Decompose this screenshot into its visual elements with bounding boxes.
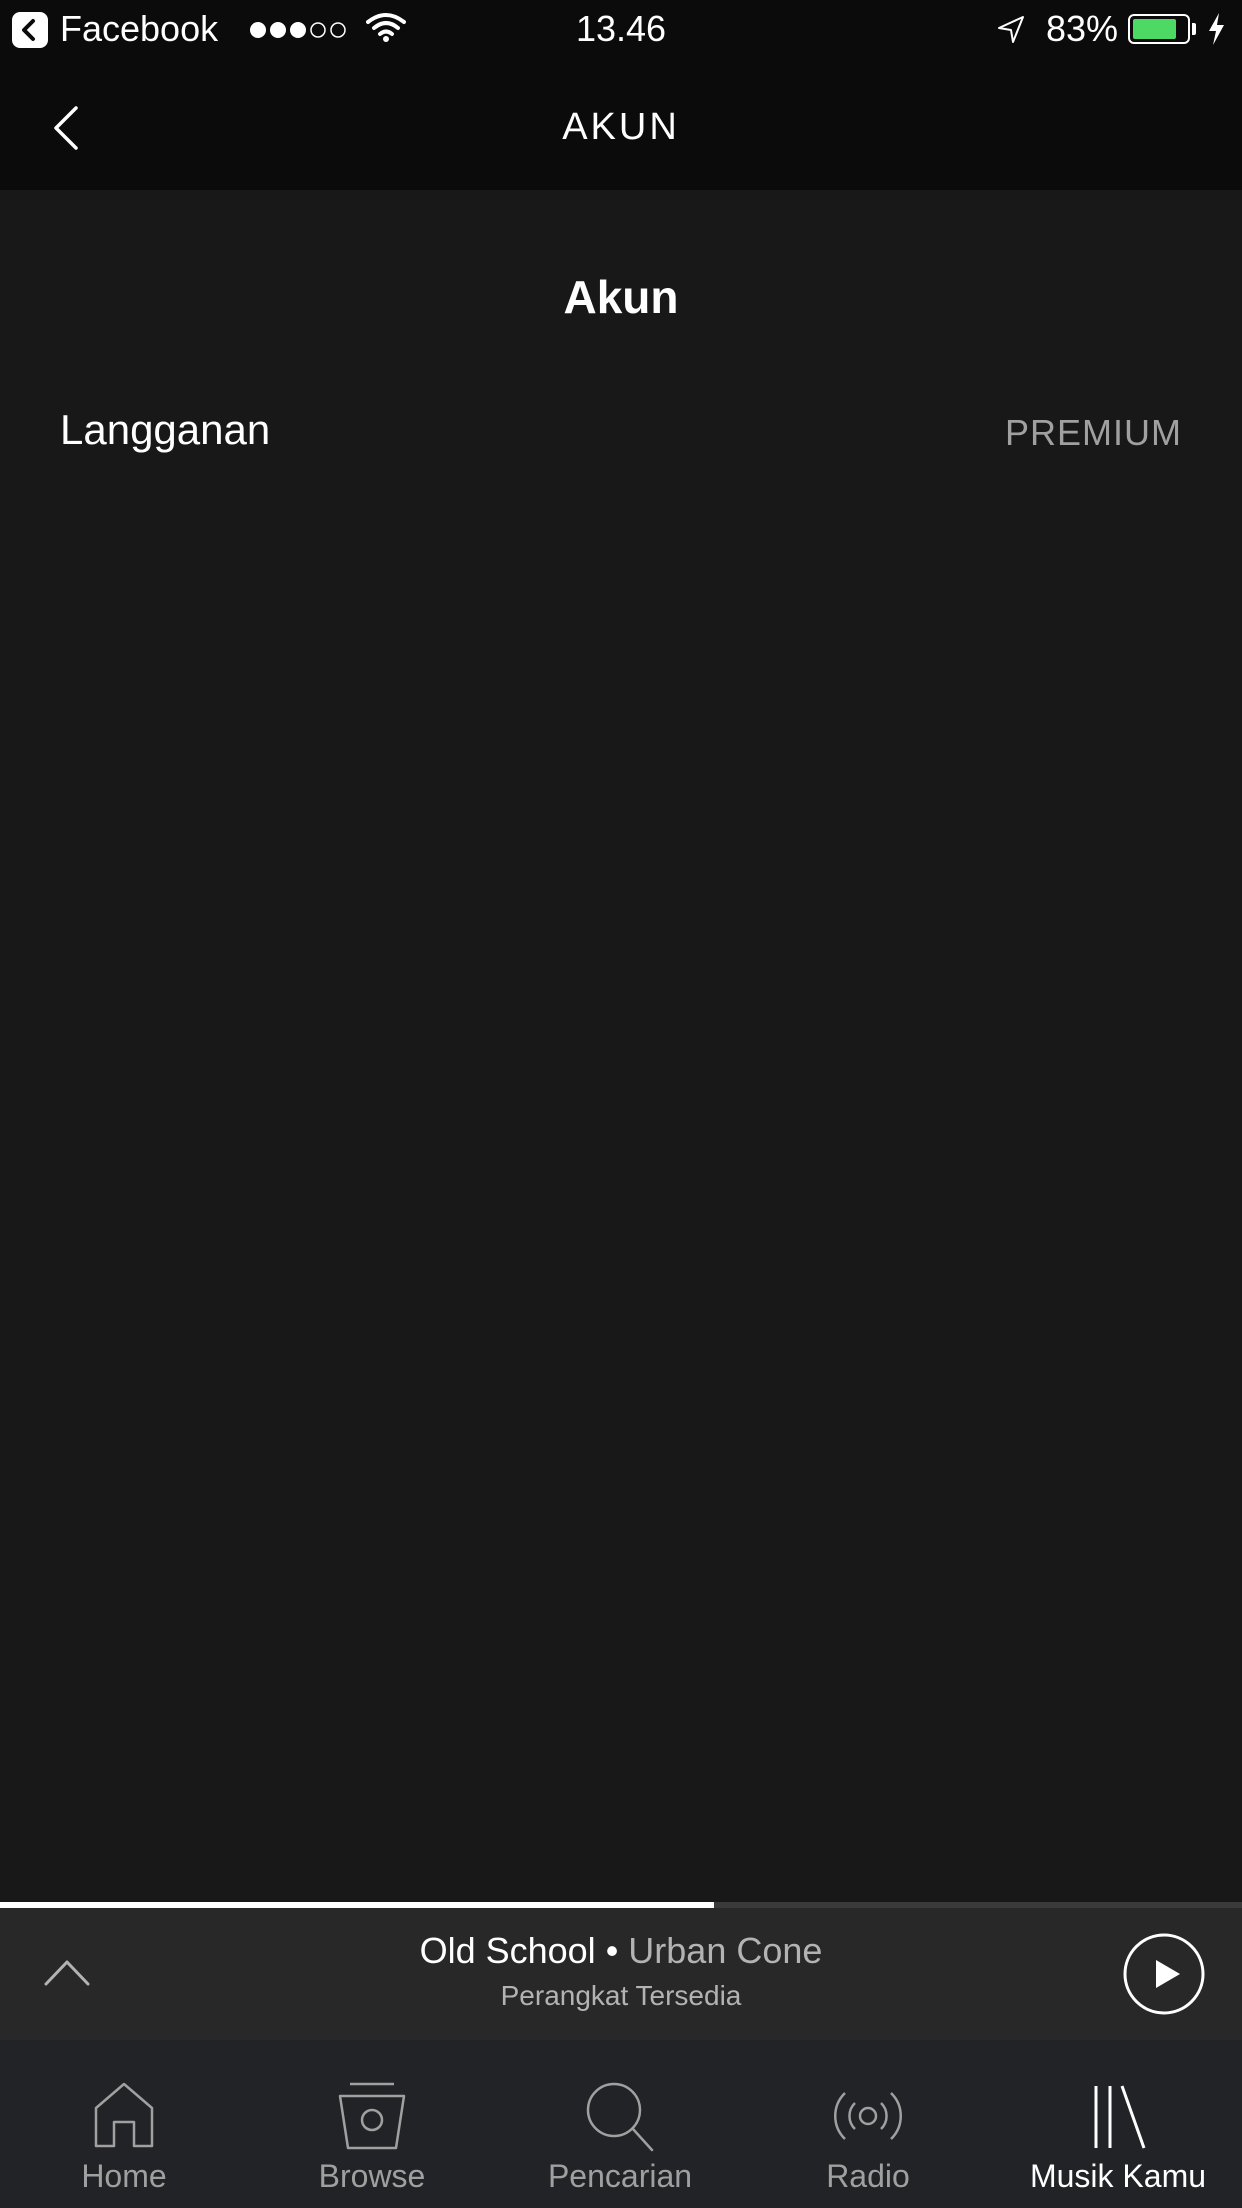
subscription-value: PREMIUM [1005,412,1182,453]
tab-search-label: Pencarian [547,2158,693,2194]
navigation-bar: AKUN [0,60,1242,190]
charging-bolt-icon [1209,13,1224,45]
radio-icon [834,2092,902,2140]
tab-bar: Home Browse Pencarian Radio Musik Kamu [0,2040,1242,2208]
battery-level [1133,19,1177,39]
location-arrow-icon [998,16,1024,43]
section-title: Akun [563,271,679,323]
tab-browse-label: Browse [318,2158,426,2194]
tab-home-label: Home [81,2158,167,2194]
account-content: Akun Langganan PREMIUM [0,190,1242,1902]
search-icon [586,2082,654,2152]
tab-your-music-label: Musik Kamu [1029,2158,1207,2194]
home-icon [94,2082,154,2148]
subscription-label: Langganan [60,406,271,453]
browse-icon [338,2082,406,2150]
now-playing-bar[interactable]: Old School • Urban Cone Perangkat Tersed… [0,1908,1242,2040]
battery-icon [1128,14,1190,44]
tab-radio[interactable]: Radio [744,2040,992,2208]
tab-home[interactable]: Home [0,2040,248,2208]
tab-browse[interactable]: Browse [248,2040,496,2208]
status-bar: Facebook 13.46 83% [0,0,1242,60]
artist-name: Urban Cone [628,1930,823,1971]
tab-search[interactable]: Pencarian [496,2040,744,2208]
battery-percent: 83% [1046,8,1119,49]
track-separator: • [595,1930,629,1971]
library-icon [1094,2085,1146,2149]
page-title: AKUN [562,106,680,148]
tab-your-music[interactable]: Musik Kamu [994,2040,1242,2208]
subscription-row[interactable]: Langganan PREMIUM [0,400,1242,470]
now-playing-title: Old School • Urban Cone [0,1930,1242,1972]
track-name: Old School [419,1930,596,1971]
tab-radio-label: Radio [826,2158,910,2194]
play-button[interactable] [1122,1932,1206,2016]
battery-tip [1192,23,1196,35]
devices-available-label[interactable]: Perangkat Tersedia [0,1980,1242,2012]
